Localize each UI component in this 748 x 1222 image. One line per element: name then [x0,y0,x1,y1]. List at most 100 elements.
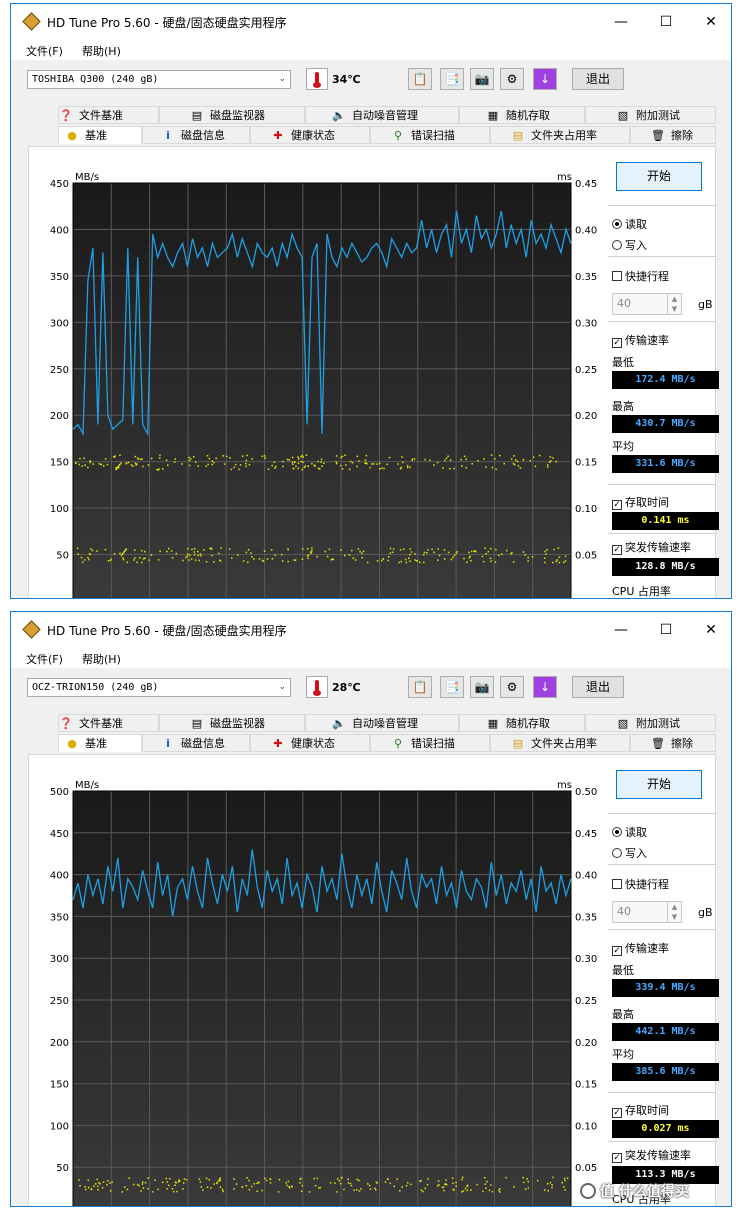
start-button[interactable]: 开始 [616,770,702,799]
tab-health[interactable]: ✚ 健康状态 [250,734,370,752]
access-time-point [271,557,274,560]
tab-extra-tests[interactable]: ▧ 附加测试 [585,714,716,732]
options-icon[interactable]: ⚙ [500,68,524,90]
stepper-up-icon[interactable]: ▲ [667,294,681,304]
access-time-point [471,463,473,465]
access-time-checkbox[interactable]: ✓ 存取时间 [612,1102,669,1118]
access-time-point [174,1181,177,1183]
window-title: HD Tune Pro 5.60 - 硬盘/固态硬盘实用程序 [47,16,287,30]
stepper-up-icon[interactable]: ▲ [667,902,681,912]
access-time-point [465,458,467,461]
tab-extra-tests[interactable]: ▧ 附加测试 [585,106,716,124]
exit-button[interactable]: 退出 [572,676,624,698]
access-time-checkbox[interactable]: ✓ 存取时间 [612,494,669,510]
access-time-point [220,547,222,549]
options-icon[interactable]: ⚙ [500,676,524,698]
copy-results-icon[interactable]: 📑 [440,676,464,698]
tab-health[interactable]: ✚ 健康状态 [250,126,370,144]
access-time-point [556,559,558,561]
screenshot-icon[interactable]: 📷 [470,68,494,90]
maximize-icon[interactable]: ☐ [646,618,686,642]
minimize-icon[interactable]: — [601,618,641,642]
access-time-point [87,556,89,559]
close-icon[interactable]: ✕ [691,618,731,642]
save-icon[interactable]: ↓ [533,676,557,698]
access-time-point [188,456,190,459]
tab-folder-usage[interactable]: ▤ 文件夹占用率 [490,734,630,752]
tab-file-benchmark[interactable]: ❓ 文件基准 [58,106,159,124]
access-time-point [285,1182,287,1184]
y-right-tick-label: 0.30 [575,954,597,965]
transfer-rate-checkbox[interactable]: ✓ 传输速率 [612,940,669,956]
exit-button[interactable]: 退出 [572,68,624,90]
access-time-point [159,550,161,553]
quick-stroke-unit: gB [698,298,713,311]
minimize-icon[interactable]: — [601,10,641,34]
save-icon[interactable]: ↓ [533,68,557,90]
read-radio[interactable]: 读取 [612,216,647,232]
start-button[interactable]: 开始 [616,162,702,191]
transfer-rate-checkbox[interactable]: ✓ 传输速率 [612,332,669,348]
y-right-tick-label: 0.15 [575,1080,597,1091]
access-time-point [199,553,202,555]
menu-help[interactable]: 帮助(H) [82,651,121,667]
tab-random-access[interactable]: ▦ 随机存取 [459,714,585,732]
access-time-point [443,1189,445,1192]
tab-file-benchmark[interactable]: ❓ 文件基准 [58,714,159,732]
access-time-point [87,1179,89,1181]
tab-disk-info[interactable]: i 磁盘信息 [142,126,250,144]
access-time-point [388,556,390,558]
access-time-point [375,1181,378,1183]
maximize-icon[interactable]: ☐ [646,10,686,34]
y-right-tick-label: 0.25 [575,996,597,1007]
tab-folder-usage[interactable]: ▤ 文件夹占用率 [490,126,630,144]
read-radio[interactable]: 读取 [612,824,647,840]
drive-select[interactable]: OCZ-TRION150 (240 gB) ⌄ [27,678,291,697]
copy-info-icon[interactable]: 📋 [408,676,432,698]
access-time-point [490,1184,492,1186]
access-time-point [225,455,228,458]
quick-stroke-stepper[interactable]: 40 ▲ ▼ [612,901,682,923]
copy-info-icon[interactable]: 📋 [408,68,432,90]
access-time-point [208,457,211,460]
stepper-down-icon[interactable]: ▼ [667,912,681,922]
copy-results-icon[interactable]: 📑 [440,68,464,90]
menu-help[interactable]: 帮助(H) [82,43,121,59]
drive-select[interactable]: TOSHIBA Q300 (240 gB) ⌄ [27,70,291,89]
screenshot-icon[interactable]: 📷 [470,676,494,698]
burst-rate-checkbox[interactable]: ✓ 突发传输速率 [612,539,691,555]
tab-error-scan[interactable]: ⚲ 错误扫描 [370,734,490,752]
tab-erase[interactable]: 🗑 擦除 [630,126,716,144]
access-time-point [323,462,325,464]
access-time-point [193,551,196,553]
access-time-point [198,1178,201,1180]
tab-random-access[interactable]: ▦ 随机存取 [459,106,585,124]
close-icon[interactable]: ✕ [691,10,731,34]
access-time-point [566,1177,569,1179]
burst-rate-checkbox[interactable]: ✓ 突发传输速率 [612,1147,691,1163]
access-time-point [544,550,546,553]
tab-disk-info[interactable]: i 磁盘信息 [142,734,250,752]
tab-disk-monitor[interactable]: ▤ 磁盘监视器 [159,106,305,124]
quick-stroke-checkbox[interactable]: 快捷行程 [612,876,669,892]
write-radio[interactable]: 写入 [612,237,647,253]
tab-erase[interactable]: 🗑 擦除 [630,734,716,752]
access-time-point [477,460,479,462]
tab-benchmark[interactable]: ● 基准 [58,126,142,144]
y-right-tick-label: 0.10 [575,1121,597,1132]
tab-benchmark[interactable]: ● 基准 [58,734,142,752]
tab-aam[interactable]: 🔈 自动噪音管理 [305,106,459,124]
tab-aam[interactable]: 🔈 自动噪音管理 [305,714,459,732]
menu-file[interactable]: 文件(F) [26,43,63,59]
access-time-point [376,560,379,562]
access-time-point [388,456,391,459]
write-radio[interactable]: 写入 [612,845,647,861]
tab-disk-monitor[interactable]: ▤ 磁盘监视器 [159,714,305,732]
quick-stroke-checkbox[interactable]: 快捷行程 [612,268,669,284]
stepper-down-icon[interactable]: ▼ [667,304,681,314]
quick-stroke-stepper[interactable]: 40 ▲ ▼ [612,293,682,315]
tab-error-scan[interactable]: ⚲ 错误扫描 [370,126,490,144]
access-time-point [419,561,421,564]
menu-file[interactable]: 文件(F) [26,651,63,667]
access-time-point [564,555,567,558]
